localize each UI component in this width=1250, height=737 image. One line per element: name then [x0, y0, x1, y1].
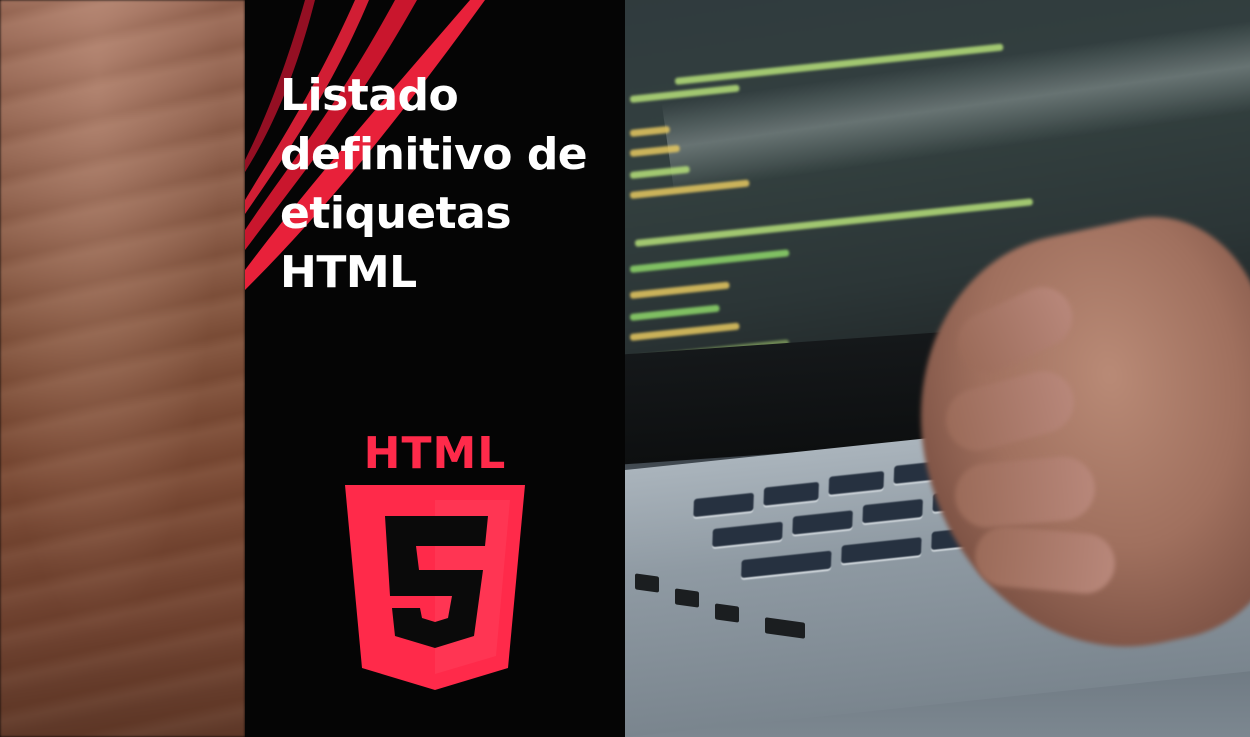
keyboard-key — [712, 521, 783, 548]
headline-line-1: Listado — [280, 70, 459, 121]
laptop-photo — [625, 0, 1250, 737]
keyboard-key — [792, 510, 853, 535]
keyboard-key — [763, 481, 820, 506]
html5-logo-icon: HTML 5 — [345, 428, 525, 690]
headline-line-2: definitivo de — [280, 129, 588, 180]
usb-port — [715, 603, 739, 623]
headline-line-4: HTML — [280, 247, 417, 298]
html5-logo-label: HTML — [364, 428, 507, 479]
title-panel: Listado definitivo de etiquetas HTML HTM… — [245, 0, 625, 737]
usb-port — [635, 573, 659, 593]
keyboard-key — [841, 537, 922, 564]
keyboard-key — [693, 492, 754, 518]
usb-port — [675, 588, 699, 608]
headline: Listado definitivo de etiquetas HTML — [280, 66, 620, 302]
keyboard-key — [828, 470, 885, 495]
wood-table-background — [0, 0, 245, 737]
headline-line-3: etiquetas — [280, 188, 512, 239]
keyboard-key — [740, 550, 832, 579]
cover-image: Listado definitivo de etiquetas HTML HTM… — [0, 0, 1250, 737]
keyboard-key — [862, 498, 923, 524]
